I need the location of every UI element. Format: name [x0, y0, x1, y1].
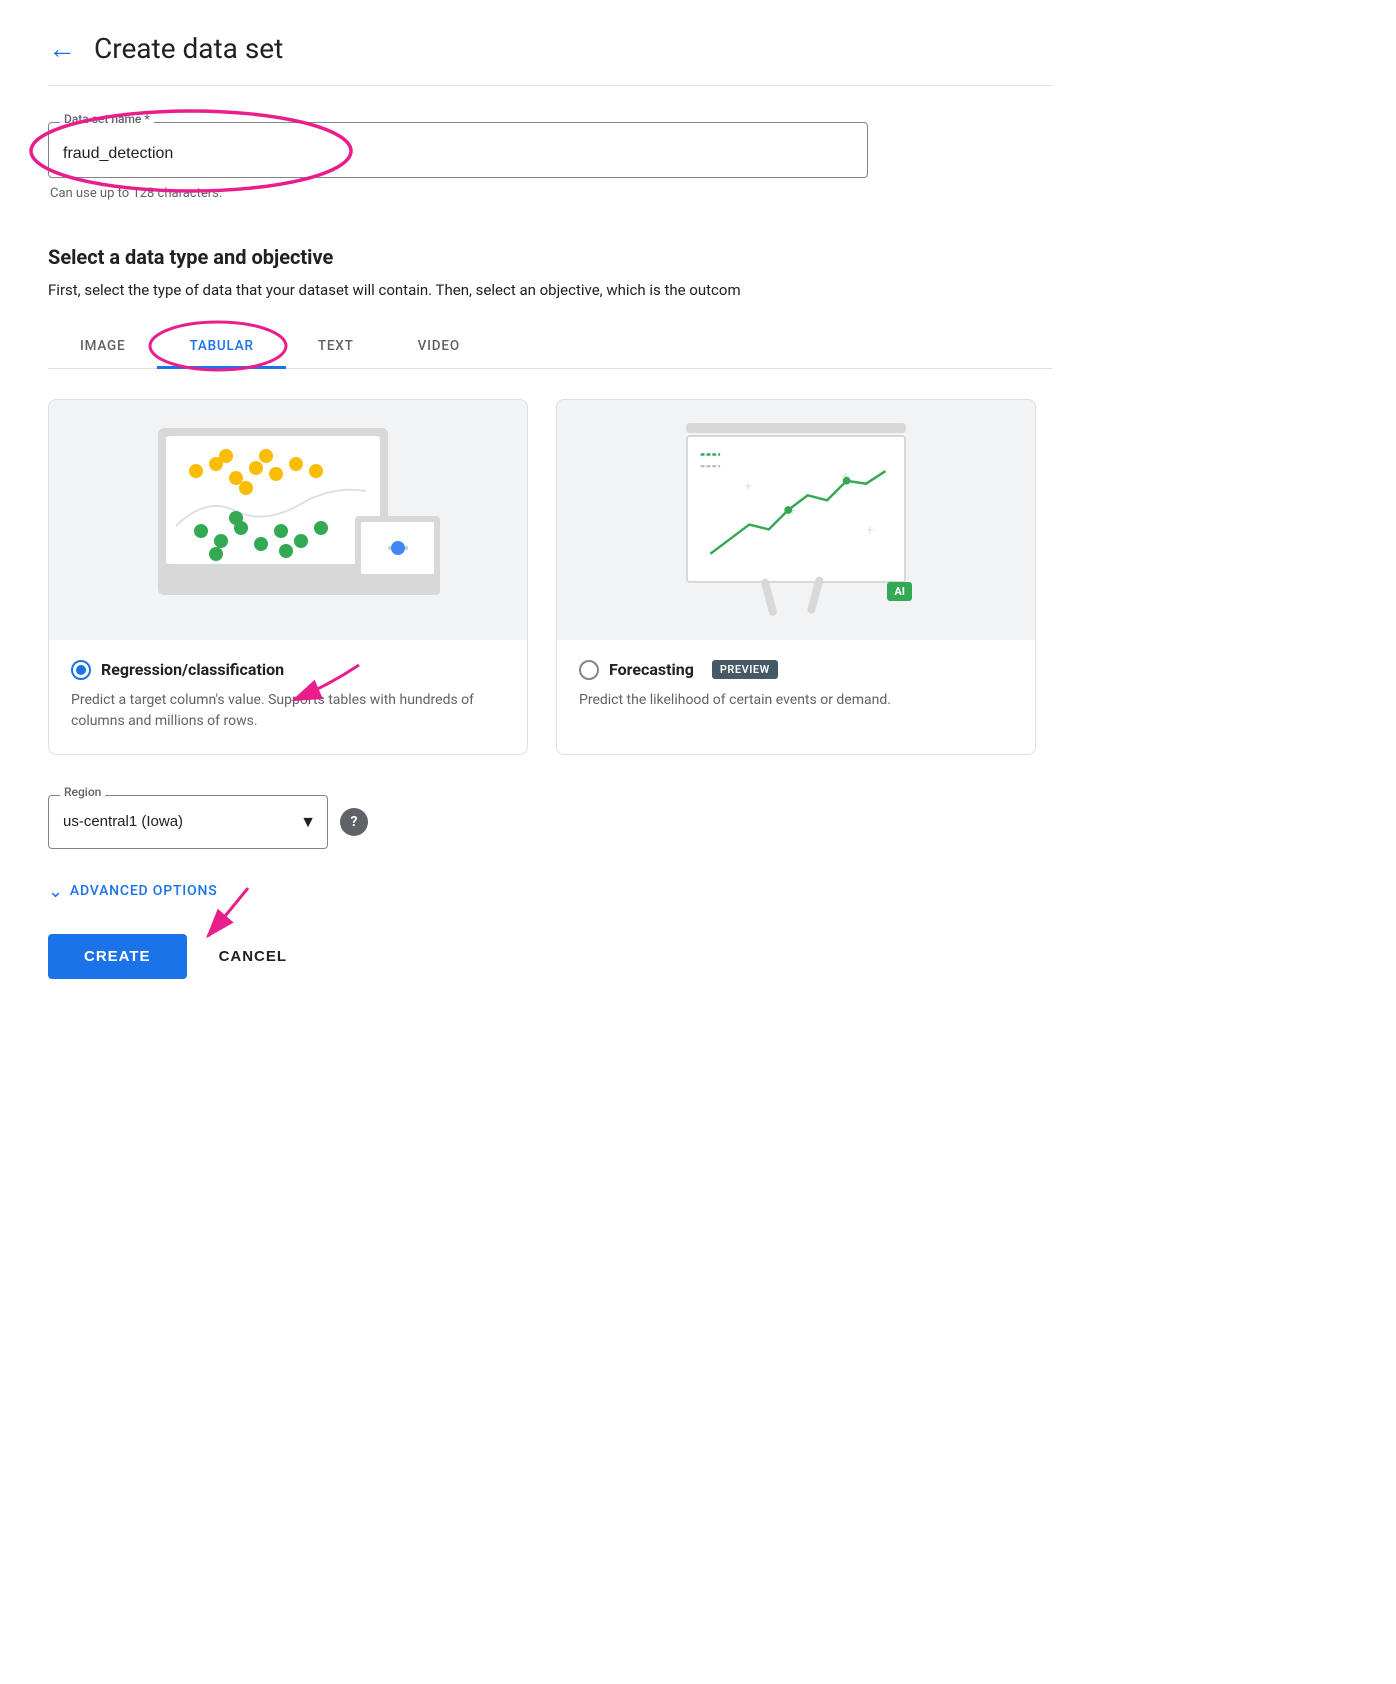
- small-monitor-screen: [361, 522, 434, 574]
- card-forecasting-image: + + + +: [557, 400, 1035, 640]
- monitor-pole: [269, 564, 277, 582]
- dataset-name-hint: Can use up to 128 characters.: [48, 186, 1052, 201]
- scatter-illustration: [128, 415, 448, 625]
- small-base: [381, 584, 415, 589]
- regression-desc: Predict a target column's value. Support…: [71, 690, 505, 732]
- form-section: Data set name * Can use up to 128 charac…: [48, 122, 1052, 979]
- card-regression-body: Regression/classification Predict a targ…: [49, 640, 527, 754]
- help-icon[interactable]: ?: [340, 808, 368, 836]
- dataset-name-label: Data set name *: [60, 112, 154, 126]
- forecasting-radio[interactable]: [579, 660, 599, 680]
- regression-radio[interactable]: [71, 660, 91, 680]
- action-row: CREATE CANCEL: [48, 934, 1052, 979]
- card-regression[interactable]: Regression/classification Predict a targ…: [48, 399, 528, 755]
- advanced-options-toggle[interactable]: ⌄ ADVANCED OPTIONS: [48, 881, 1052, 902]
- card-forecasting-body: Forecasting PREVIEW Predict the likeliho…: [557, 640, 1035, 733]
- back-button[interactable]: ←: [48, 35, 76, 63]
- tab-text[interactable]: TEXT: [286, 326, 386, 369]
- forecast-svg: + + + +: [688, 437, 904, 581]
- ai-badge: AI: [887, 582, 912, 601]
- svg-text:+: +: [866, 522, 874, 538]
- data-type-tabs: IMAGE TABULAR TEXT VIDEO: [48, 326, 1052, 369]
- radio-inner: [76, 665, 86, 675]
- monitor-frame: [158, 428, 388, 595]
- region-dropdown-wrapper: Region us-central1 (Iowa) us-east1 (Sout…: [48, 795, 328, 849]
- cancel-button[interactable]: CANCEL: [211, 934, 296, 979]
- tab-video[interactable]: VIDEO: [386, 326, 492, 369]
- region-section: Region us-central1 (Iowa) us-east1 (Sout…: [48, 795, 1052, 849]
- forecasting-label: Forecasting: [609, 660, 694, 679]
- small-monitor: [355, 516, 440, 595]
- card-forecasting[interactable]: + + + +: [556, 399, 1036, 755]
- dataset-name-field-wrapper: Data set name *: [48, 122, 868, 178]
- section-title: Select a data type and objective: [48, 245, 1052, 269]
- easel-leg-left: [760, 577, 778, 616]
- chevron-down-icon: ⌄: [48, 881, 64, 902]
- forecasting-desc: Predict the likelihood of certain events…: [579, 690, 1013, 711]
- monitor-screen: [166, 436, 380, 564]
- tab-image[interactable]: IMAGE: [48, 326, 157, 369]
- easel-top-bar: [686, 423, 906, 433]
- advanced-options-label: ADVANCED OPTIONS: [70, 883, 218, 899]
- region-select[interactable]: us-central1 (Iowa) us-east1 (South Carol…: [48, 795, 328, 849]
- forecasting-radio-row: Forecasting PREVIEW: [579, 660, 1013, 680]
- svg-text:+: +: [744, 478, 752, 494]
- regression-label: Regression/classification: [101, 660, 284, 679]
- objective-cards: Regression/classification Predict a targ…: [48, 399, 1052, 755]
- dataset-name-input[interactable]: [48, 122, 868, 178]
- section-desc: First, select the type of data that your…: [48, 279, 1052, 302]
- easel-board: + + + +: [686, 435, 906, 583]
- small-pole: [395, 574, 400, 584]
- page-title: Create data set: [94, 32, 283, 65]
- region-label: Region: [60, 785, 105, 799]
- advanced-options-section: ⌄ ADVANCED OPTIONS: [48, 881, 1052, 902]
- regression-radio-row: Regression/classification: [71, 660, 505, 680]
- create-button[interactable]: CREATE: [48, 934, 187, 979]
- monitor-base: [243, 582, 303, 589]
- scatter-plot-svg: [166, 436, 380, 564]
- preview-badge: PREVIEW: [712, 660, 778, 679]
- card-regression-image: [49, 400, 527, 640]
- forecast-illustration: + + + +: [656, 415, 936, 625]
- tab-tabular[interactable]: TABULAR: [157, 326, 285, 369]
- page-header: ← Create data set: [48, 32, 1052, 86]
- dataset-name-area: Data set name *: [48, 122, 868, 178]
- blue-dot: [391, 541, 405, 555]
